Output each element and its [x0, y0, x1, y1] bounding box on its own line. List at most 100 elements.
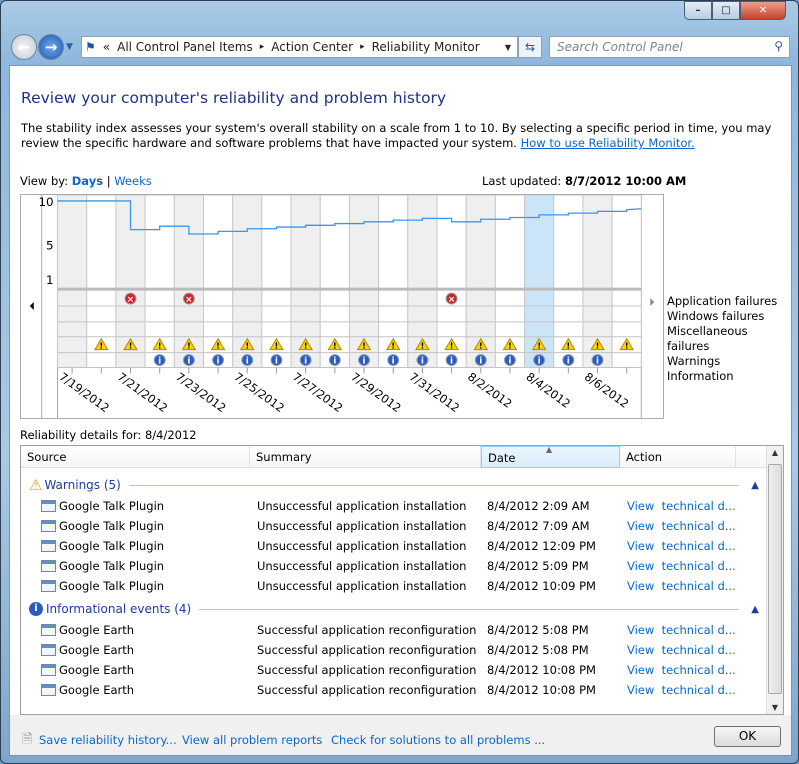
legend-information: Information [667, 369, 734, 383]
view-by: View by: Days | Weeks [20, 174, 152, 188]
column-date-label: Date [488, 451, 516, 465]
view-technical-details-link[interactable]: View technical d... [627, 643, 736, 657]
refresh-button[interactable]: ⇆ [518, 36, 542, 58]
group-header[interactable]: ⚠ Warnings (5) ▲ [29, 476, 759, 494]
search-placeholder: Search Control Panel [557, 40, 683, 54]
maximize-button[interactable]: □ [712, 1, 740, 20]
application-icon [41, 624, 56, 636]
check-for-solutions-link[interactable]: Check for solutions to all problems ... [331, 733, 545, 747]
date-cell: 8/4/2012 12:09 PM [487, 539, 596, 553]
error-icon-glyph: × [185, 295, 192, 305]
collapse-chevron-icon[interactable]: ▲ [751, 480, 759, 491]
table-row[interactable]: Google Earth Successful application reco… [21, 680, 767, 700]
table-row[interactable]: Google Earth Successful application reco… [21, 660, 767, 680]
warning-icon-glyph: ! [158, 342, 162, 351]
scroll-down-icon[interactable]: ▼ [767, 703, 783, 712]
how-to-link[interactable]: How to use Reliability Monitor. [521, 136, 695, 150]
breadcrumb-reliability-monitor[interactable]: Reliability Monitor [372, 40, 480, 54]
back-button[interactable]: ← [11, 34, 37, 60]
table-row[interactable]: Google Earth Successful application reco… [21, 620, 767, 640]
warning-icon-glyph: ! [100, 342, 104, 351]
ok-button[interactable]: OK [714, 726, 781, 747]
scroll-left-icon[interactable] [29, 302, 34, 310]
date-cell: 8/4/2012 5:08 PM [487, 643, 589, 657]
reliability-details-label: Reliability details for: 8/4/2012 [20, 428, 197, 442]
save-reliability-history-link[interactable]: Save reliability history... [39, 733, 177, 747]
summary-cell: Successful application reconfiguration [257, 663, 477, 677]
address-dropdown-icon[interactable]: ▼ [505, 43, 511, 52]
save-document-icon: 🗎 [22, 732, 33, 747]
info-icon-glyph: i [304, 356, 307, 366]
view-technical-details-link[interactable]: View technical d... [627, 519, 736, 533]
view-technical-details-link[interactable]: View technical d... [627, 499, 736, 513]
day-column-7/19/2012[interactable] [57, 195, 88, 368]
column-summary[interactable]: Summary [250, 446, 481, 468]
date-cell: 8/4/2012 10:09 PM [487, 579, 596, 593]
view-all-problem-reports-link[interactable]: View all problem reports [182, 733, 322, 747]
scroll-up-icon[interactable]: ▲ [767, 448, 783, 457]
table-header: Source Summary Date ▲ Action [21, 446, 767, 468]
date-cell: 8/4/2012 5:09 PM [487, 559, 589, 573]
view-technical-details-link[interactable]: View technical d... [627, 683, 736, 697]
view-technical-details-link[interactable]: View technical d... [627, 663, 736, 677]
y-tick-label: 10 [38, 195, 53, 209]
info-icon-glyph: i [275, 356, 278, 366]
breadcrumb-separator-icon[interactable]: ▸ [260, 42, 265, 52]
source-text: Google Earth [59, 663, 135, 677]
date-cell: 8/4/2012 5:08 PM [487, 623, 589, 637]
column-source[interactable]: Source [21, 446, 250, 468]
view-technical-details-link[interactable]: View technical d... [627, 579, 736, 593]
page-title: Review your computer's reliability and p… [21, 89, 447, 107]
y-tick-label: 1 [46, 273, 54, 287]
view-days-link[interactable]: Days [72, 174, 103, 188]
date-tick-label: 7/23/2012 [173, 369, 228, 415]
group-divider [128, 484, 740, 486]
breadcrumb-all-control-panel-items[interactable]: All Control Panel Items [117, 40, 253, 54]
table-row[interactable]: Google Talk Plugin Unsuccessful applicat… [21, 536, 767, 556]
last-updated-value: 8/7/2012 10:00 AM [564, 174, 687, 188]
warning-icon-glyph: ! [129, 342, 133, 351]
search-icon[interactable]: ⚲ [774, 39, 783, 53]
legend-application-failures: Application failures [667, 294, 778, 308]
date-tick-label: 7/31/2012 [407, 369, 462, 415]
table-row[interactable]: Google Earth Successful application reco… [21, 640, 767, 660]
info-icon-glyph: i [508, 356, 511, 366]
table-row[interactable]: Google Talk Plugin Unsuccessful applicat… [21, 556, 767, 576]
table-row[interactable]: Google Talk Plugin Unsuccessful applicat… [21, 576, 767, 596]
column-action[interactable]: Action [620, 446, 736, 468]
table-row[interactable]: Google Talk Plugin Unsuccessful applicat… [21, 496, 767, 516]
column-date[interactable]: Date ▲ [481, 446, 620, 468]
address-bar[interactable]: ⚑ « All Control Panel Items ▸ Action Cen… [81, 36, 518, 58]
summary-cell: Unsuccessful application installation [257, 579, 467, 593]
table-row[interactable]: Google Talk Plugin Unsuccessful applicat… [21, 516, 767, 536]
navigation-buttons: ← → ▼ [11, 34, 73, 60]
breadcrumb-overflow[interactable]: « [103, 40, 110, 54]
minimize-button[interactable]: – [684, 1, 712, 20]
view-technical-details-link[interactable]: View technical d... [627, 623, 736, 637]
forward-button[interactable]: → [38, 34, 64, 60]
application-icon [41, 500, 56, 512]
source-cell: Google Talk Plugin [41, 519, 164, 533]
reliability-chart[interactable]: 10 5 1 × × ×!!!!!!!!!!!!!!!!!! ! i i i i i i i i i i i i i i… [20, 194, 664, 419]
chart-legend: Application failures Windows failures Mi… [667, 294, 791, 384]
view-technical-details-link[interactable]: View technical d... [627, 539, 736, 553]
breadcrumb-action-center[interactable]: Action Center [271, 40, 353, 54]
info-icon-glyph: i [479, 356, 482, 366]
close-button[interactable]: ✕ [740, 1, 786, 20]
view-weeks-link[interactable]: Weeks [114, 174, 152, 188]
collapse-chevron-icon[interactable]: ▲ [751, 604, 759, 615]
vertical-scrollbar[interactable]: ▲ ▼ [766, 446, 783, 714]
caption-buttons: – □ ✕ [684, 1, 786, 20]
warning-icon-glyph: ! [275, 342, 279, 351]
group-header[interactable]: i Informational events (4) ▲ [29, 600, 759, 618]
view-technical-details-link[interactable]: View technical d... [627, 559, 736, 573]
summary-cell: Unsuccessful application installation [257, 539, 467, 553]
scrollbar-thumb[interactable] [768, 464, 782, 694]
window-frame: – □ ✕ ← → ▼ ⚑ « All Control Panel Items … [0, 0, 799, 764]
recent-pages-dropdown-icon[interactable]: ▼ [66, 42, 73, 52]
group-title: Warnings (5) [44, 478, 121, 492]
search-input[interactable]: Search Control Panel ⚲ [549, 36, 790, 58]
info-icon-glyph: i [246, 356, 249, 366]
breadcrumb-separator-icon[interactable]: ▸ [360, 42, 365, 52]
scroll-right-icon[interactable] [650, 298, 655, 307]
